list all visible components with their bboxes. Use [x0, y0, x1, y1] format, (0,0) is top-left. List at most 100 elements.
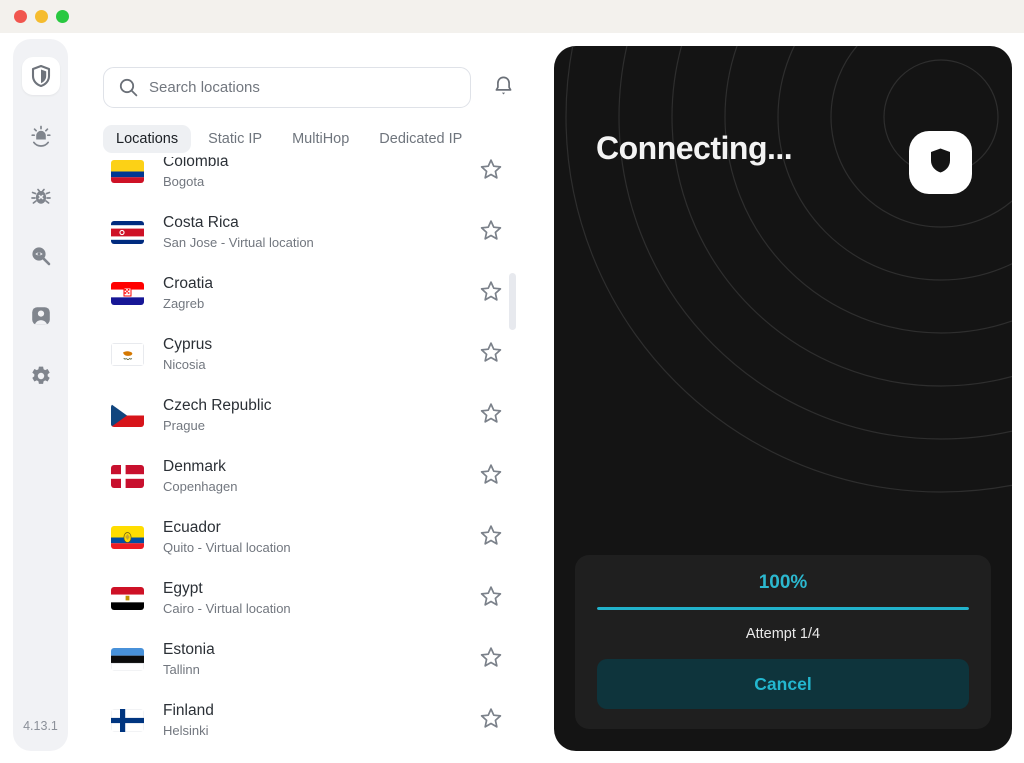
location-row[interactable]: Ecuador Quito - Virtual location [103, 507, 523, 568]
sidebar-item-malware-scan[interactable] [22, 177, 60, 215]
location-row[interactable]: Costa Rica San Jose - Virtual location [103, 202, 523, 263]
location-city: Cairo - Virtual location [163, 601, 291, 616]
location-country: Colombia [163, 157, 229, 170]
sidebar-item-vpn[interactable] [21, 57, 60, 95]
location-labels: Colombia Bogota [163, 157, 228, 191]
notifications-button[interactable] [489, 74, 517, 102]
favorite-star-icon[interactable] [479, 218, 503, 247]
flag-icon [111, 221, 144, 244]
shield-icon [929, 147, 952, 179]
threat-alert-icon [30, 125, 52, 147]
tab-multihop[interactable]: MultiHop [279, 125, 362, 153]
location-country: Ecuador [163, 519, 221, 536]
favorite-star-icon[interactable] [479, 462, 503, 491]
location-city: San Jose - Virtual location [163, 235, 314, 250]
location-country: Czech Republic [163, 397, 272, 414]
window-controls [14, 10, 69, 23]
flag-icon [111, 160, 144, 183]
flag-icon [111, 404, 144, 427]
flag-icon [111, 282, 144, 305]
location-country: Costa Rica [163, 214, 239, 231]
location-row[interactable]: Estonia Tallinn [103, 629, 523, 690]
location-country: Finland [163, 702, 214, 719]
titlebar [0, 0, 1024, 33]
flag-icon [111, 526, 144, 549]
location-row[interactable]: Czech Republic Prague [103, 385, 523, 446]
location-row[interactable]: Finland Helsinki [103, 690, 523, 751]
bug-icon [30, 185, 52, 207]
location-city: Bogota [163, 174, 205, 189]
location-labels: Ecuador Quito - Virtual location [163, 518, 291, 557]
sidebar: 4.13.1 [13, 39, 68, 751]
connection-progress-card: 100% Attempt 1/4 Cancel [575, 555, 991, 729]
sidebar-item-dark-web-monitor[interactable] [22, 237, 60, 275]
app-version: 4.13.1 [23, 719, 58, 733]
favorite-star-icon[interactable] [479, 523, 503, 552]
location-row[interactable]: Colombia Bogota [103, 157, 523, 202]
zoom-button[interactable] [56, 10, 69, 23]
flag-icon [111, 343, 144, 366]
location-labels: Egypt Cairo - Virtual location [163, 579, 291, 618]
location-labels: Costa Rica San Jose - Virtual location [163, 213, 314, 252]
favorite-star-icon[interactable] [479, 279, 503, 308]
location-country: Croatia [163, 275, 213, 292]
location-labels: Cyprus Nicosia [163, 335, 212, 374]
location-country: Cyprus [163, 336, 213, 353]
attempt-label: Attempt 1/4 [745, 626, 821, 642]
location-labels: Croatia Zagreb [163, 274, 213, 313]
close-button[interactable] [14, 10, 27, 23]
location-city: Quito - Virtual location [163, 540, 291, 555]
sidebar-item-profile[interactable] [22, 297, 60, 335]
location-row[interactable]: Egypt Cairo - Virtual location [103, 568, 523, 629]
progress-bar-fill [597, 607, 969, 610]
flag-icon [111, 465, 144, 488]
location-labels: Finland Helsinki [163, 701, 214, 740]
sidebar-item-threat-protection[interactable] [22, 117, 60, 155]
location-labels: Estonia Tallinn [163, 640, 215, 679]
tab-static-ip[interactable]: Static IP [195, 125, 275, 153]
search-input[interactable] [149, 79, 449, 96]
app-window: 4.13.1 Locations Static IP MultiHop Dedi… [0, 0, 1024, 763]
connection-panel: Connecting... 100% Attempt 1/4 Cancel [554, 46, 1012, 751]
person-icon [30, 305, 52, 327]
location-city: Zagreb [163, 296, 205, 311]
favorite-star-icon[interactable] [479, 401, 503, 430]
progress-bar-track [597, 607, 969, 610]
location-country: Denmark [163, 458, 226, 475]
search-bar[interactable] [103, 67, 471, 108]
location-city: Copenhagen [163, 479, 238, 494]
flag-icon [111, 587, 144, 610]
location-row[interactable]: Denmark Copenhagen [103, 446, 523, 507]
location-row[interactable]: Croatia Zagreb [103, 263, 523, 324]
favorite-star-icon[interactable] [479, 645, 503, 674]
location-country: Egypt [163, 580, 203, 597]
favorite-star-icon[interactable] [479, 340, 503, 369]
vpn-status-badge [909, 131, 972, 194]
locations-list[interactable]: Colombia Bogota Costa Rica San Jose - Virtu… [103, 157, 523, 757]
bell-icon [493, 75, 514, 102]
tab-locations[interactable]: Locations [103, 125, 192, 153]
tab-bar: Locations Static IP MultiHop Dedicated I… [103, 125, 475, 153]
favorite-star-icon[interactable] [479, 157, 503, 186]
favorite-star-icon[interactable] [479, 584, 503, 613]
gear-icon [30, 365, 52, 387]
connection-status-title: Connecting... [596, 130, 793, 166]
minimize-button[interactable] [35, 10, 48, 23]
location-row[interactable]: Cyprus Nicosia [103, 324, 523, 385]
location-city: Prague [163, 418, 205, 433]
sidebar-item-settings[interactable] [22, 357, 60, 395]
locations-scrollbar-thumb[interactable] [509, 273, 516, 330]
favorite-star-icon[interactable] [479, 706, 503, 735]
dark-web-monitor-icon [30, 245, 52, 267]
location-country: Estonia [163, 641, 215, 658]
location-city: Nicosia [163, 357, 206, 372]
location-city: Helsinki [163, 723, 209, 738]
flag-icon [111, 709, 144, 732]
shield-icon [31, 65, 51, 87]
tab-dedicated-ip[interactable]: Dedicated IP [366, 125, 475, 153]
progress-percent-label: 100% [758, 572, 808, 593]
flag-icon [111, 648, 144, 671]
location-labels: Denmark Copenhagen [163, 457, 237, 496]
cancel-button[interactable]: Cancel [597, 659, 969, 709]
location-city: Tallinn [163, 662, 200, 677]
